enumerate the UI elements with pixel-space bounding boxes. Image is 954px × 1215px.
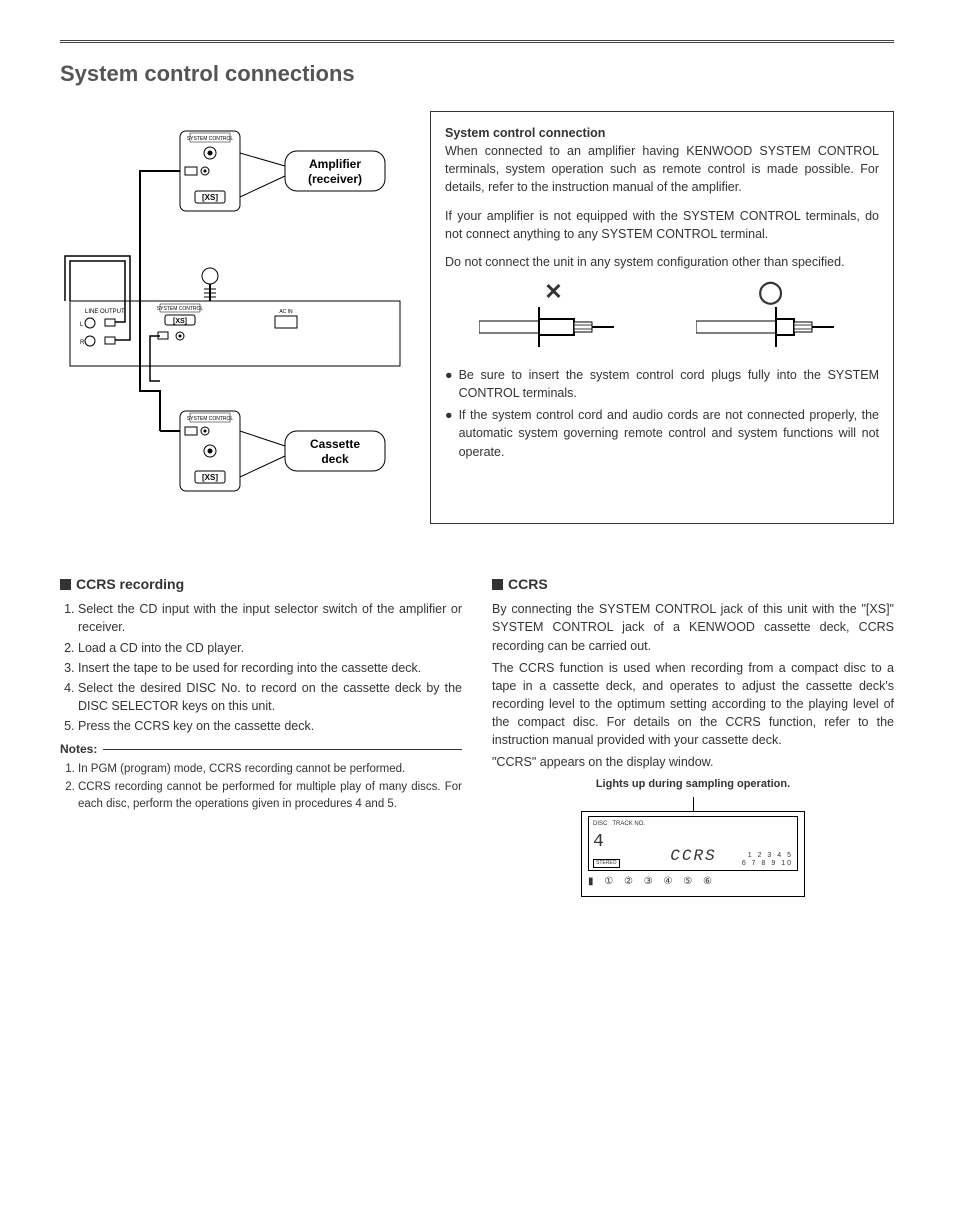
ccrs-recording-col: CCRS recording Select the CD input with …: [60, 574, 462, 897]
track-label: TRACK NO.: [612, 821, 645, 827]
ccrs-rec-heading: CCRS recording: [76, 576, 184, 592]
svg-text:SYSTEM CONTROL: SYSTEM CONTROL: [187, 416, 234, 422]
plug-illustration: ✕ ◯: [445, 281, 879, 352]
info-bullet-2: ●If the system control cord and audio co…: [445, 406, 879, 460]
svg-text:LINE OUTPUT: LINE OUTPUT: [85, 309, 125, 315]
step-4: Select the desired DISC No. to record on…: [78, 679, 462, 715]
display-caption: Lights up during sampling operation.: [492, 777, 894, 793]
ccrs-rec-steps: Select the CD input with the input selec…: [60, 600, 462, 735]
sysctrl-label: SYSTEM CONTROL: [187, 136, 234, 142]
info-p1: When connected to an amplifier having KE…: [445, 144, 879, 194]
square-bullet-icon: [60, 579, 71, 590]
ccrs-heading: CCRS: [508, 576, 548, 592]
notes-label: Notes:: [60, 741, 97, 758]
page-title: System control connections: [60, 61, 894, 87]
info-p2: If your amplifier is not equipped with t…: [445, 207, 879, 243]
svg-text:[XS]: [XS]: [202, 473, 218, 482]
cassette-label-2: deck: [321, 452, 349, 466]
step-5: Press the CCRS key on the cassette deck.: [78, 717, 462, 735]
upper-section: SYSTEM CONTROL [XS] Amplifier (receiver)…: [60, 111, 894, 524]
info-box: System control connection When connected…: [430, 111, 894, 524]
disc-label: DISC: [593, 821, 607, 827]
step-3: Insert the tape to be used for recording…: [78, 659, 462, 677]
note-1: In PGM (program) mode, CCRS recording ca…: [78, 761, 462, 778]
stereo-badge: STEREO: [593, 859, 620, 868]
ccrs-p1: By connecting the SYSTEM CONTROL jack of…: [492, 600, 894, 654]
info-p3: Do not connect the unit in any system co…: [445, 253, 879, 271]
svg-text:SYSTEM CONTROL: SYSTEM CONTROL: [157, 306, 204, 312]
connection-diagram: SYSTEM CONTROL [XS] Amplifier (receiver)…: [60, 111, 410, 524]
display-window: DISC TRACK NO. 4 STEREO CCRS 1 2 3 4 5 6…: [581, 811, 805, 897]
tracks-row-1: 1 2 3 4 5: [742, 852, 793, 860]
tracks-row-2: 6 7 8 9 10: [742, 860, 793, 868]
cassette-label-1: Cassette: [310, 437, 360, 451]
plug-partial-icon: [479, 307, 629, 347]
step-1: Select the CD input with the input selec…: [78, 600, 462, 636]
svg-text:[XS]: [XS]: [202, 193, 218, 202]
notes-list: In PGM (program) mode, CCRS recording ca…: [60, 761, 462, 813]
pointer-line-icon: [693, 797, 694, 811]
note-2: CCRS recording cannot be performed for m…: [78, 779, 462, 812]
ccrs-segment-text: CCRS: [670, 845, 716, 868]
info-bullet-1: ●Be sure to insert the system control co…: [445, 366, 879, 402]
amp-label-2: (receiver): [308, 172, 362, 186]
notes-rule-line: [103, 749, 462, 750]
x-mark-icon: ✕: [479, 281, 629, 303]
top-rule: [60, 40, 894, 43]
ccrs-p3: "CCRS" appears on the display window.: [492, 753, 894, 771]
diagram-svg: SYSTEM CONTROL [XS] Amplifier (receiver)…: [60, 121, 410, 521]
ccrs-col: CCRS By connecting the SYSTEM CONTROL ja…: [492, 574, 894, 897]
svg-text:[XS]: [XS]: [173, 318, 187, 325]
o-mark-icon: ◯: [696, 281, 846, 303]
disc-number: 4: [593, 829, 645, 855]
disc-indicator-row: ▮ ① ② ③ ④ ⑤ ⑥: [588, 875, 798, 890]
lower-section: CCRS recording Select the CD input with …: [60, 574, 894, 897]
amp-label-1: Amplifier: [309, 157, 361, 171]
ccrs-p2: The CCRS function is used when recording…: [492, 659, 894, 750]
square-bullet-icon: [492, 579, 503, 590]
step-2: Load a CD into the CD player.: [78, 639, 462, 657]
svg-text:AC IN: AC IN: [279, 309, 293, 315]
svg-text:R: R: [80, 340, 85, 346]
plug-full-icon: [696, 307, 846, 347]
info-heading: System control connection: [445, 126, 605, 140]
